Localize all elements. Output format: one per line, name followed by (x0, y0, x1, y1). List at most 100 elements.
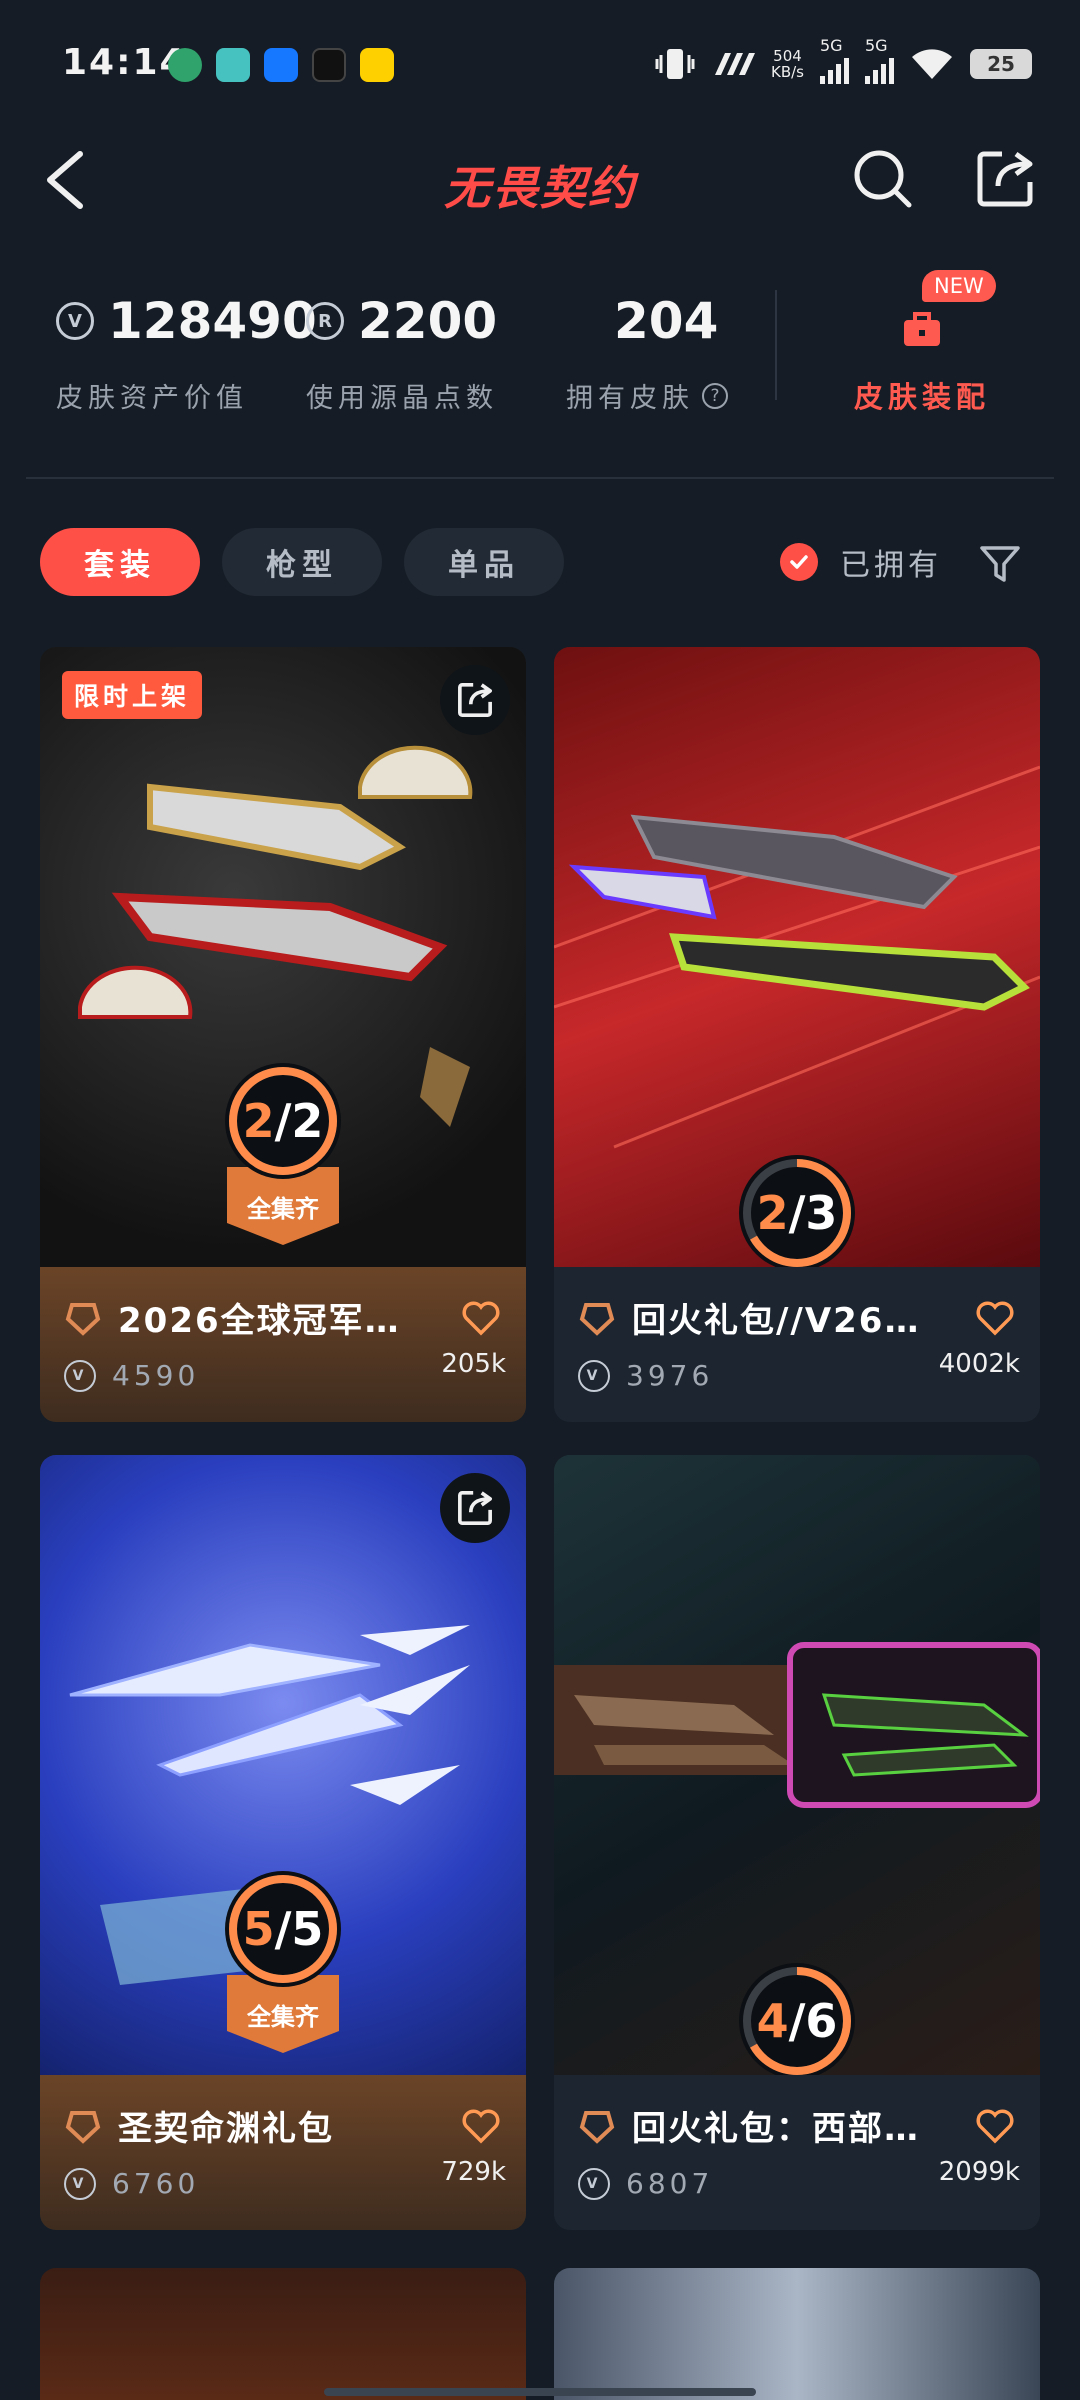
heart-icon[interactable] (460, 2105, 502, 2147)
status-bar: 14:14 504 KB/s 5G 5G 25 (0, 0, 1080, 130)
share-icon[interactable] (440, 1473, 510, 1543)
progress-ring: 2/2 (223, 1061, 343, 1181)
bundle-name: 回火礼包//V26… (632, 1301, 921, 1341)
tab-single-items[interactable]: 单品 (404, 528, 564, 596)
tab-weapon-type[interactable]: 枪型 (222, 528, 382, 596)
bundle-info: 圣契命渊礼包 V 6760 729k (40, 2075, 526, 2230)
signal-bars-icon (865, 54, 894, 84)
owned-count: 2 (756, 1186, 789, 1240)
tier-icon (579, 1302, 615, 1336)
cell-signal-1-label: 5G (820, 36, 843, 55)
radianite-stat: R 2200 使用源晶点数 (306, 286, 498, 415)
bundle-card[interactable]: 4/6 回火礼包：西部… V 6807 2099k (554, 1455, 1040, 2230)
help-icon[interactable]: ? (702, 382, 728, 409)
like-count: 205k (441, 1349, 506, 1379)
divider (775, 290, 777, 400)
bundle-card-partial[interactable] (554, 2268, 1040, 2400)
like-count: 729k (441, 2157, 506, 2187)
nfc-icon (715, 53, 755, 75)
network-speed: 504 KB/s (771, 48, 804, 80)
bundle-price: 4590 (112, 1359, 200, 1392)
bundle-card-partial[interactable] (40, 2268, 526, 2400)
owned-count: 2 (242, 1094, 275, 1148)
signal-bars-icon (820, 54, 849, 84)
total-count: 3 (805, 1186, 838, 1240)
share-icon[interactable] (440, 665, 510, 735)
bundle-price: 3976 (626, 1359, 714, 1392)
asset-value-stat: V 128490 皮肤资产价值 (56, 286, 317, 415)
bundle-info: 回火礼包//V26… V 3976 4002k (554, 1267, 1040, 1422)
loadout-label: 皮肤装配 (853, 380, 990, 414)
filter-funnel-icon[interactable] (978, 542, 1022, 586)
vp-currency-icon: V (64, 2167, 96, 2200)
top-bar: 无畏契约 (0, 130, 1080, 230)
bundle-price: 6760 (112, 2167, 200, 2200)
owned-skins-value: 204 (614, 292, 719, 350)
alipay-app-icon (264, 48, 298, 82)
fully-collected-label: 全集齐 (247, 2003, 319, 2031)
meituan-app-icon (360, 48, 394, 82)
tier-icon (65, 2110, 101, 2144)
bundle-artwork: 全集齐 5/5 (40, 1455, 526, 2075)
progress-ring: 5/5 (223, 1869, 343, 1989)
home-indicator[interactable] (324, 2388, 756, 2396)
bundle-name: 圣契命渊礼包 (118, 2109, 334, 2149)
limited-time-tag: 限时上架 (62, 671, 203, 719)
bundle-info: 回火礼包：西部… V 6807 2099k (554, 2075, 1040, 2230)
owned-toggle[interactable]: 已拥有 (780, 540, 942, 584)
filter-row: 套装 枪型 单品 已拥有 (0, 528, 1080, 600)
radianite-label: 使用源晶点数 (306, 383, 498, 414)
battery-indicator: 25 (970, 49, 1032, 79)
progress-ring: 2/3 (737, 1153, 857, 1267)
bundle-name: 2026全球冠军赛… (118, 1301, 428, 1341)
network-speed-value: 504 (773, 47, 802, 65)
new-badge: NEW (922, 270, 996, 302)
cell-signal-2-label: 5G (865, 36, 888, 55)
search-icon[interactable] (850, 146, 916, 212)
bundle-card[interactable]: 2/3 回火礼包//V26… V 3976 4002k (554, 647, 1040, 1422)
total-count: 2 (291, 1094, 324, 1148)
heart-icon[interactable] (974, 1297, 1016, 1339)
page-title: 无畏契约 (444, 161, 636, 215)
bundle-price: 6807 (626, 2167, 714, 2200)
owned-count: 5 (242, 1902, 275, 1956)
bundle-artwork: 限时上架 全集齐 2/2 (40, 647, 526, 1267)
progress-ring: 4/6 (737, 1961, 857, 2075)
vp-currency-icon: V (578, 2167, 610, 2200)
radianite-value: 2200 (358, 292, 498, 350)
status-indicators: 504 KB/s 5G 5G 25 (655, 36, 1032, 84)
briefcase-icon (904, 312, 940, 346)
vibrate-icon (655, 49, 695, 79)
heart-icon[interactable] (460, 1297, 502, 1339)
radianite-currency-icon: R (306, 302, 344, 340)
divider (26, 477, 1054, 479)
checkmark-icon (780, 543, 818, 581)
share-icon[interactable] (972, 146, 1038, 212)
vp-currency-icon: V (578, 1359, 610, 1392)
cell-signal-1: 5G (820, 36, 849, 84)
total-count: 5 (291, 1902, 324, 1956)
owned-skins-stat[interactable]: 204 拥有皮肤? (566, 286, 728, 415)
skin-loadout-button[interactable]: NEW 皮肤装配 (822, 270, 1022, 420)
asset-value: 128490 (108, 292, 317, 350)
tier-icon (65, 1302, 101, 1336)
stats-panel: V 128490 皮肤资产价值 R 2200 使用源晶点数 204 拥有皮肤? NE… (0, 270, 1080, 420)
bundle-name: 回火礼包：西部… (632, 2109, 920, 2149)
owned-skins-label: 拥有皮肤 (566, 383, 694, 414)
fully-collected-label: 全集齐 (247, 1195, 319, 1223)
vp-currency-icon: V (64, 1359, 96, 1392)
wifi-icon (912, 49, 952, 79)
bank-app-icon (168, 48, 202, 82)
bundle-info: 2026全球冠军赛… V 4590 205k (40, 1267, 526, 1422)
like-count: 2099k (938, 2157, 1020, 2187)
total-count: 6 (805, 1994, 838, 2048)
network-speed-unit: KB/s (771, 63, 804, 81)
heart-icon[interactable] (974, 2105, 1016, 2147)
vp-currency-icon: V (56, 302, 94, 340)
tier-icon (579, 2110, 615, 2144)
tab-bundles[interactable]: 套装 (40, 528, 200, 596)
messages-app-icon (216, 48, 250, 82)
cell-signal-2: 5G (865, 36, 894, 84)
bundle-card[interactable]: 全集齐 5/5 圣契命渊礼包 V 6760 729k (40, 1455, 526, 2230)
bundle-card[interactable]: 限时上架 全集齐 2/2 2026全球冠军赛… V 4590 205k (40, 647, 526, 1422)
